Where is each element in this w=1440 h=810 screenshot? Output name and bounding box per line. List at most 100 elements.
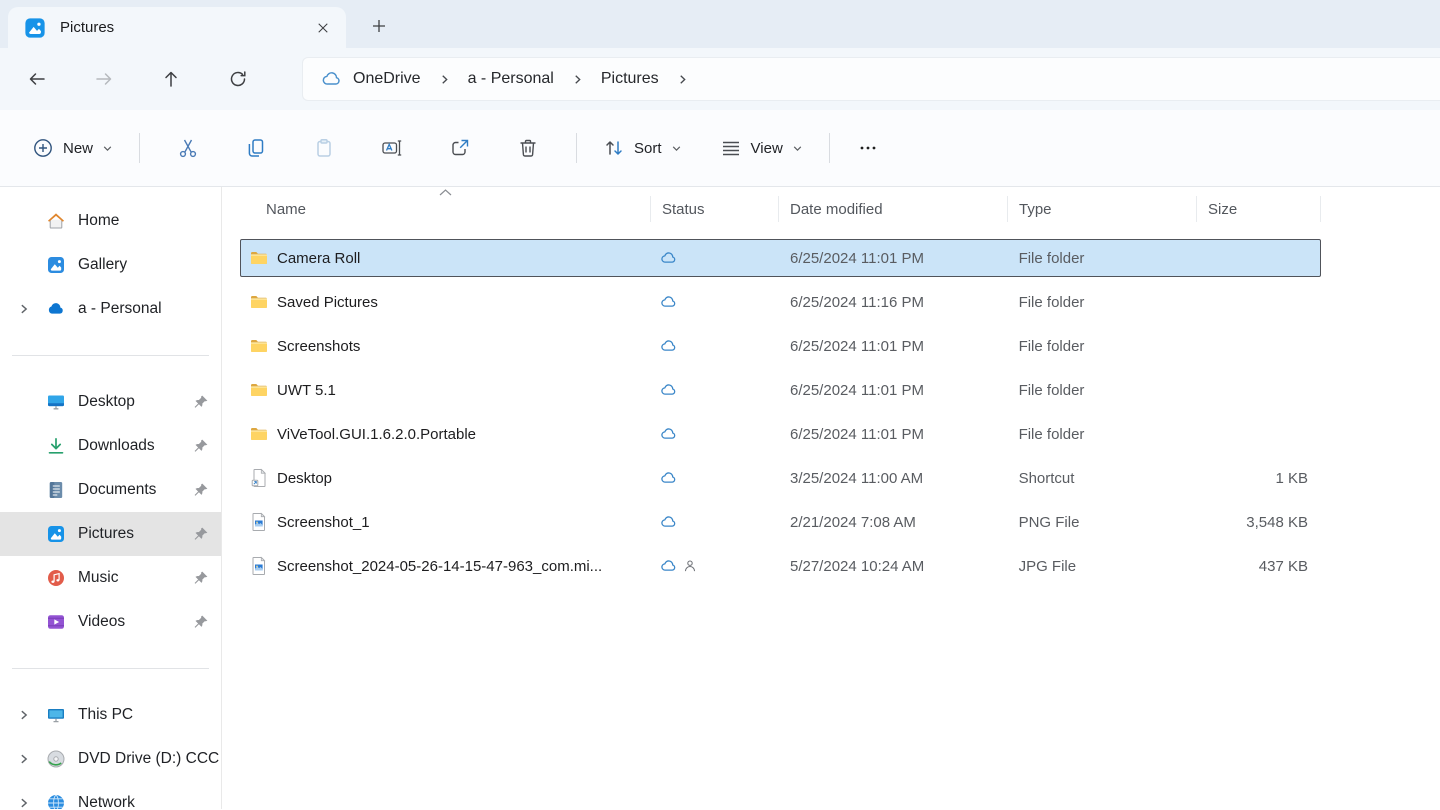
file-status-cell <box>650 328 778 364</box>
sidebar-item-desktop[interactable]: Desktop <box>0 380 221 424</box>
chevron-down-icon <box>792 143 803 154</box>
chevron-down-icon <box>102 143 113 154</box>
sidebar-divider <box>12 355 209 356</box>
sidebar-item-network[interactable]: Network <box>0 781 221 809</box>
sidebar-item-label: DVD Drive (D:) CCC <box>78 750 220 767</box>
breadcrumb-item-onedrive[interactable]: OneDrive <box>347 66 427 92</box>
expand-chevron-slot[interactable] <box>12 709 46 721</box>
file-date-modified: 6/25/2024 11:01 PM <box>789 249 924 267</box>
column-header-row: Name Status Date modified Type Size <box>240 187 1325 231</box>
file-type: File folder <box>1018 337 1085 355</box>
file-type: File folder <box>1018 381 1085 399</box>
breadcrumb-item-pictures[interactable]: Pictures <box>595 66 665 92</box>
file-name: Screenshots <box>277 337 361 355</box>
cut-button[interactable] <box>168 128 208 168</box>
file-type: File folder <box>1018 249 1085 267</box>
sort-button[interactable]: Sort <box>591 127 694 169</box>
column-header-date[interactable]: Date modified <box>778 187 1007 231</box>
sidebar-item-a-personal[interactable]: a - Personal <box>0 287 221 331</box>
sidebar-item-pictures[interactable]: Pictures <box>0 512 221 556</box>
chevron-right-icon <box>18 709 30 721</box>
chevron-right-icon <box>677 74 688 85</box>
file-name-cell: Screenshot_1 <box>241 504 650 540</box>
file-name-cell: Screenshot_2024-05-26-14-15-47-963_com.m… <box>241 548 650 584</box>
column-label: Name <box>266 200 307 218</box>
cloud-status-icon <box>660 557 678 575</box>
expand-chevron-slot[interactable] <box>12 753 46 765</box>
sort-icon <box>603 137 625 159</box>
breadcrumb-item-a-personal[interactable]: a - Personal <box>462 66 560 92</box>
file-type: Shortcut <box>1018 469 1075 487</box>
sidebar-item-downloads[interactable]: Downloads <box>0 424 221 468</box>
address-bar[interactable]: OneDrive a - Personal Pictures <box>302 57 1440 101</box>
cloud-status-icon <box>660 425 678 443</box>
file-row-screenshot-1[interactable]: Screenshot_1 2/21/2024 7:08 AM PNG File 3,5… <box>240 503 1321 541</box>
view-button[interactable]: View <box>708 127 815 169</box>
desktop-icon <box>46 392 66 412</box>
back-button[interactable] <box>19 61 55 97</box>
rename-button[interactable] <box>372 128 412 168</box>
column-header-status[interactable]: Status <box>650 187 778 231</box>
file-size <box>1195 240 1320 276</box>
expand-chevron-slot[interactable] <box>12 797 46 809</box>
file-row-camera-roll[interactable]: Camera Roll 6/25/2024 11:01 PM File folder <box>240 239 1321 277</box>
folder-icon <box>249 248 269 268</box>
sidebar-item-videos[interactable]: Videos <box>0 600 221 644</box>
sidebar-item-music[interactable]: Music <box>0 556 221 600</box>
downloads-icon <box>46 436 66 456</box>
new-button[interactable]: New <box>20 127 125 169</box>
up-button[interactable] <box>153 61 189 97</box>
pin-icon <box>193 614 209 630</box>
cloud-status-icon <box>660 469 678 487</box>
trash-icon <box>517 137 539 159</box>
file-name-cell: Camera Roll <box>241 240 650 276</box>
more-options-button[interactable] <box>848 128 888 168</box>
file-size <box>1195 284 1320 320</box>
file-row-desktop[interactable]: Desktop 3/25/2024 11:00 AM Shortcut 1 KB <box>240 459 1321 497</box>
toolbar-separator <box>828 133 830 163</box>
sidebar-item-home[interactable]: Home <box>0 199 221 243</box>
file-name-cell: UWT 5.1 <box>241 372 650 408</box>
new-tab-button[interactable] <box>362 9 396 43</box>
forward-button[interactable] <box>86 61 122 97</box>
pictures-icon <box>46 524 66 544</box>
file-row-screenshots[interactable]: Screenshots 6/25/2024 11:01 PM File folder <box>240 327 1321 365</box>
file-row-screenshot-2024-05-26-14-15-47-963-com-mi[interactable]: Screenshot_2024-05-26-14-15-47-963_com.m… <box>240 547 1321 585</box>
delete-button[interactable] <box>508 128 548 168</box>
back-arrow-icon <box>27 69 47 89</box>
file-row-uwt-5-1[interactable]: UWT 5.1 6/25/2024 11:01 PM File folder <box>240 371 1321 409</box>
share-button[interactable] <box>440 128 480 168</box>
file-size <box>1195 416 1320 452</box>
column-header-name[interactable]: Name <box>240 187 650 231</box>
file-name: Screenshot_2024-05-26-14-15-47-963_com.m… <box>277 557 603 575</box>
folder-icon <box>249 336 269 356</box>
file-status-cell <box>650 372 778 408</box>
view-label: View <box>750 139 783 157</box>
column-header-type[interactable]: Type <box>1007 187 1196 231</box>
chevron-down-icon <box>671 143 682 154</box>
file-size: 437 KB <box>1258 557 1308 575</box>
file-date-modified: 6/25/2024 11:01 PM <box>789 381 924 399</box>
file-date-modified: 2/21/2024 7:08 AM <box>789 513 916 531</box>
chevron-right-icon <box>572 74 583 85</box>
file-row-vivetool-gui-1-6-2-0-portable[interactable]: ViVeTool.GUI.1.6.2.0.Portable 6/25/2024 1… <box>240 415 1321 453</box>
sidebar-item-dvd-drive-d-ccc[interactable]: DVD Drive (D:) CCC <box>0 737 221 781</box>
close-tab-button[interactable] <box>308 13 338 43</box>
file-size <box>1195 372 1320 408</box>
sidebar-item-this-pc[interactable]: This PC <box>0 693 221 737</box>
copy-button[interactable] <box>236 128 276 168</box>
chevron-right-icon <box>439 74 450 85</box>
sidebar-item-label: Home <box>78 212 120 229</box>
videos-icon <box>46 612 66 632</box>
paste-icon <box>313 137 335 159</box>
file-row-saved-pictures[interactable]: Saved Pictures 6/25/2024 11:16 PM File fol… <box>240 283 1321 321</box>
new-label: New <box>63 139 94 157</box>
refresh-button[interactable] <box>220 61 256 97</box>
sidebar-item-gallery[interactable]: Gallery <box>0 243 221 287</box>
column-header-size[interactable]: Size <box>1196 187 1321 231</box>
expand-chevron-slot[interactable] <box>12 303 46 315</box>
cloud-status-icon <box>660 337 678 355</box>
tab-pictures[interactable]: Pictures <box>8 7 346 48</box>
sidebar-item-documents[interactable]: Documents <box>0 468 221 512</box>
file-name-cell: Saved Pictures <box>241 284 650 320</box>
